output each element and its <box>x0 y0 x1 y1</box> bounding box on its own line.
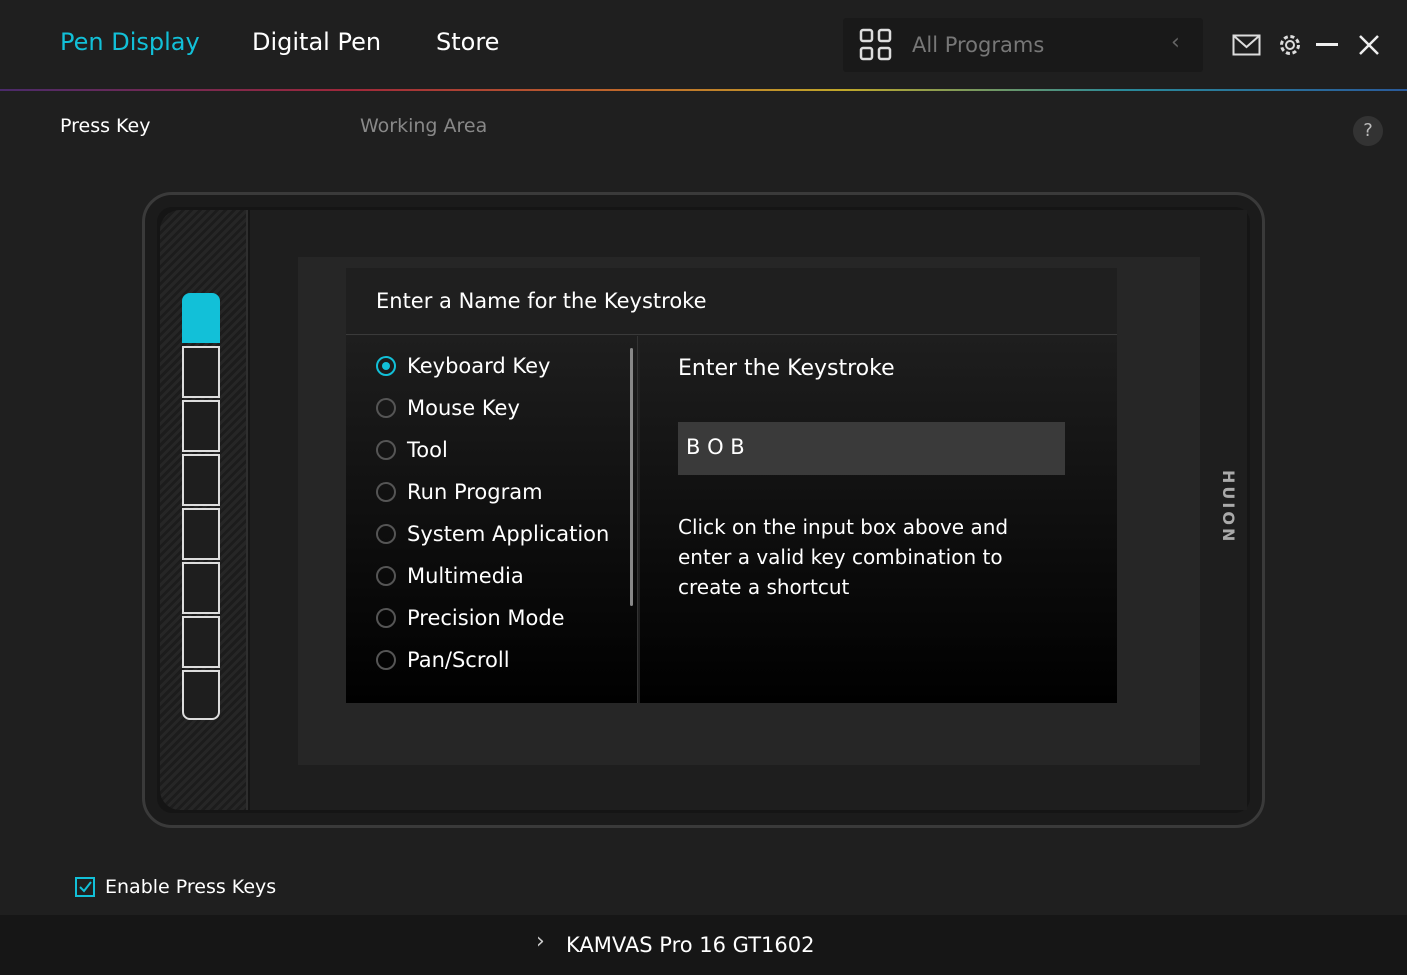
enable-press-keys-checkbox[interactable] <box>75 877 95 897</box>
radio-icon <box>376 566 396 586</box>
press-key-8[interactable] <box>182 670 220 720</box>
option-label: Precision Mode <box>407 606 565 630</box>
keystroke-dialog: Enter a Name for the Keystroke Keyboard … <box>346 268 1117 703</box>
program-selector[interactable]: All Programs ‹ <box>843 18 1203 72</box>
keystroke-panel: Enter the Keystroke B O B Click on the i… <box>640 336 1117 703</box>
option-keyboard-key[interactable]: Keyboard Key <box>376 351 550 381</box>
tab-pen-display[interactable]: Pen Display <box>60 28 200 56</box>
keystroke-heading: Enter the Keystroke <box>678 356 895 381</box>
option-mouse-key[interactable]: Mouse Key <box>376 393 520 423</box>
checkmark-icon <box>79 881 92 893</box>
option-pan-scroll[interactable]: Pan/Scroll <box>376 645 510 675</box>
header-divider <box>0 89 1407 91</box>
option-label: Mouse Key <box>407 396 520 420</box>
option-label: Keyboard Key <box>407 354 551 378</box>
option-multimedia[interactable]: Multimedia <box>376 561 524 591</box>
device-name: KAMVAS Pro 16 GT1602 <box>566 933 815 957</box>
keystroke-hint: Click on the input box above and enter a… <box>678 515 1009 599</box>
minimize-icon[interactable] <box>1316 43 1338 46</box>
list-scrollbar[interactable] <box>630 348 633 606</box>
subtab-working-area[interactable]: Working Area <box>360 115 487 137</box>
option-label: Run Program <box>407 480 543 504</box>
press-key-6[interactable] <box>182 562 220 614</box>
chevron-left-icon[interactable]: ‹ <box>1171 30 1180 55</box>
option-label: Pan/Scroll <box>407 648 510 672</box>
press-key-3[interactable] <box>182 400 220 452</box>
option-precision-mode[interactable]: Precision Mode <box>376 603 565 633</box>
keystroke-input[interactable]: B O B <box>678 422 1065 475</box>
radio-icon <box>376 482 396 502</box>
device-bar[interactable]: › KAMVAS Pro 16 GT1602 <box>0 915 1407 975</box>
dialog-title: Enter a Name for the Keystroke <box>346 268 1117 335</box>
press-key-7[interactable] <box>182 616 220 668</box>
function-type-list: Keyboard Key Mouse Key Tool Run Program … <box>346 336 638 703</box>
radio-icon <box>376 398 396 418</box>
close-icon[interactable] <box>1358 34 1380 56</box>
option-tool[interactable]: Tool <box>376 435 448 465</box>
tab-store[interactable]: Store <box>436 28 499 56</box>
press-key-5[interactable] <box>182 508 220 560</box>
help-button[interactable]: ? <box>1353 116 1383 146</box>
enable-press-keys-label[interactable]: Enable Press Keys <box>105 876 276 898</box>
mail-icon[interactable] <box>1232 34 1261 56</box>
huion-logo: HUION <box>1219 470 1238 545</box>
option-label: System Application <box>407 522 610 546</box>
grid-icon <box>859 28 892 61</box>
press-key-4[interactable] <box>182 454 220 506</box>
option-system-application[interactable]: System Application <box>376 519 609 549</box>
tab-digital-pen[interactable]: Digital Pen <box>252 28 381 56</box>
press-key-2[interactable] <box>182 346 220 398</box>
program-selector-label: All Programs <box>912 33 1045 57</box>
option-label: Multimedia <box>407 564 524 588</box>
subtab-press-key[interactable]: Press Key <box>60 115 151 137</box>
radio-icon <box>376 524 396 544</box>
gear-icon[interactable] <box>1277 32 1303 58</box>
chevron-right-icon[interactable]: › <box>536 929 545 954</box>
radio-icon <box>376 440 396 460</box>
option-label: Tool <box>407 438 448 462</box>
option-run-program[interactable]: Run Program <box>376 477 543 507</box>
press-key-1[interactable] <box>182 293 220 343</box>
radio-icon <box>376 608 396 628</box>
radio-icon <box>376 650 396 670</box>
radio-icon <box>376 356 396 376</box>
